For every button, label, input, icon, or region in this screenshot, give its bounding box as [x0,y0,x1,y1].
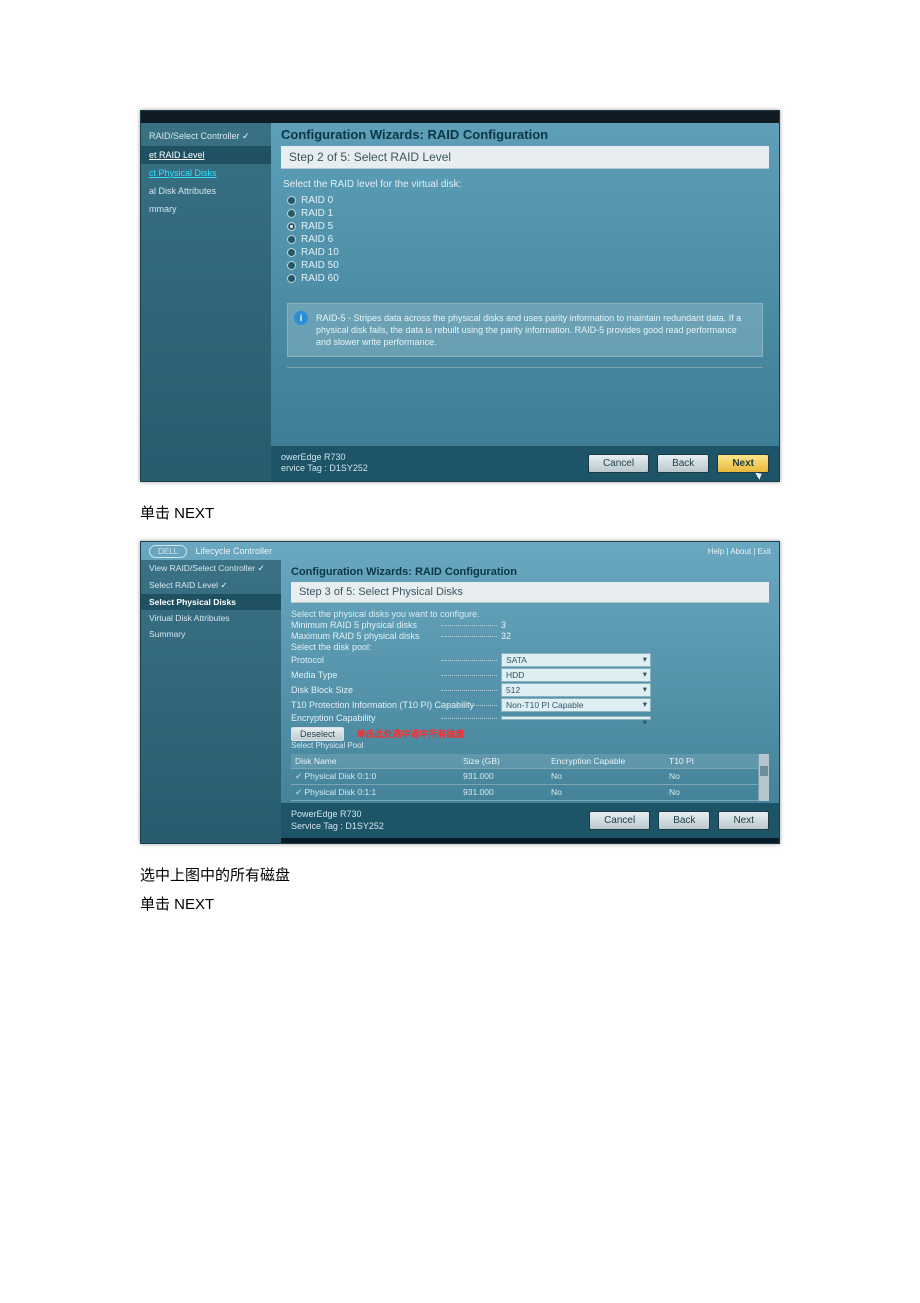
model-label: PowerEdge R730 [291,809,581,821]
media-type-select[interactable]: HDD [501,668,651,682]
service-tag: Service Tag : D1SY252 [291,821,581,833]
sidebar-item-summary: Summary [141,626,281,642]
cell: No [665,785,758,800]
sidebar-item-raid-level[interactable]: Select RAID Level [141,577,281,594]
page-title: Configuration Wizards: RAID Configuratio… [281,127,769,142]
t10pi-select[interactable]: Non-T10 PI Capable [501,698,651,712]
radio-raid1[interactable]: RAID 1 [283,207,767,220]
info-icon: i [294,311,308,325]
max-disks-value: 32 [501,631,511,641]
sidebar-item-controller[interactable]: RAID/Select Controller [141,127,271,146]
model-label: owerEdge R730 [281,452,580,464]
sidebar-item-summary: mmary [141,200,271,218]
select-pool-label: Select Physical Pool [291,741,769,750]
col-encryption: Encryption Capable [547,754,665,768]
header-links[interactable]: Help | About | Exit [708,547,771,556]
page-title: Configuration Wizards: RAID Configuratio… [291,566,769,578]
step-label: Step 3 of 5: Select Physical Disks [291,582,769,603]
max-disks-label: Maximum RAID 5 physical disks [291,631,501,641]
cancel-button[interactable]: Cancel [589,811,650,830]
sidebar-item-phys-disks[interactable]: ct Physical Disks [141,164,271,182]
cell: 931.000 [459,769,547,784]
table-scrollbar[interactable] [758,754,769,801]
back-button[interactable]: Back [657,454,709,473]
radio-raid6[interactable]: RAID 6 [283,233,767,246]
radio-raid0[interactable]: RAID 0 [283,194,767,207]
wizard-sidebar: View RAID/Select Controller Select RAID … [141,560,281,843]
caption-2a: 选中上图中的所有磁盘 [140,864,780,885]
radio-raid60[interactable]: RAID 60 [283,272,767,285]
window-topbar [141,111,779,123]
deselect-button[interactable]: Deselect [291,727,344,741]
scrollbar-thumb[interactable] [760,766,768,776]
step-label: Step 2 of 5: Select RAID Level [281,146,769,169]
table-row[interactable]: ✓ Physical Disk 0:1:1 931.000 No No [291,785,758,801]
cell: No [547,769,665,784]
block-size-label: Disk Block Size [291,685,501,695]
encryption-select[interactable] [501,716,651,720]
radio-raid5[interactable]: RAID 5 [283,220,767,233]
sidebar-item-phys-disks[interactable]: Select Physical Disks [141,594,281,610]
cell: ✓ Physical Disk 0:1:1 [291,785,459,800]
sidebar-item-raid-level[interactable]: et RAID Level [141,146,271,164]
raid-level-label: Select the RAID level for the virtual di… [283,179,767,190]
service-tag: ervice Tag : D1SY252 [281,463,580,475]
cell: No [547,785,665,800]
protocol-select[interactable]: SATA [501,653,651,667]
radio-raid10[interactable]: RAID 10 [283,246,767,259]
encryption-label: Encryption Capability [291,713,501,723]
bottom-bar [281,838,779,843]
caption-2b: 单击 NEXT [140,893,780,914]
pool-label: Select the disk pool: [291,642,501,652]
media-type-label: Media Type [291,670,501,680]
col-disk-name: Disk Name [291,754,459,768]
min-disks-value: 3 [501,620,506,630]
annotation-text: 单击此处选中选中所有磁盘 [357,729,465,739]
app-title: Lifecycle Controller [196,546,273,556]
col-t10pi: T10 PI [665,754,758,768]
caption-1: 单击 NEXT [140,502,780,523]
next-button[interactable]: Next [717,454,769,473]
screenshot-2: DELL Lifecycle Controller Help | About |… [140,541,780,844]
cell: No [665,769,758,784]
dell-logo: DELL [149,545,187,558]
info-text: RAID-5 - Stripes data across the physica… [316,313,741,347]
sidebar-item-disk-attributes: Virtual Disk Attributes [141,610,281,626]
disk-table: Disk Name Size (GB) Encryption Capable T… [291,754,769,801]
sidebar-item-controller[interactable]: View RAID/Select Controller [141,560,281,577]
table-header: Disk Name Size (GB) Encryption Capable T… [291,754,758,769]
wizard-sidebar: RAID/Select Controller et RAID Level ct … [141,111,271,481]
next-button[interactable]: Next [718,811,769,830]
cell: ✓ Physical Disk 0:1:0 [291,769,459,784]
info-panel: i RAID-5 - Stripes data across the physi… [287,303,763,357]
screenshot-1: RAID/Select Controller et RAID Level ct … [140,110,780,482]
min-disks-label: Minimum RAID 5 physical disks [291,620,501,630]
app-header: DELL Lifecycle Controller Help | About |… [141,542,779,560]
col-size: Size (GB) [459,754,547,768]
sidebar-item-disk-attributes: al Disk Attributes [141,182,271,200]
protocol-label: Protocol [291,655,501,665]
divider [287,367,763,368]
block-size-select[interactable]: 512 [501,683,651,697]
table-row[interactable]: ✓ Physical Disk 0:1:0 931.000 No No [291,769,758,785]
cell: 931.000 [459,785,547,800]
back-button[interactable]: Back [658,811,710,830]
t10pi-label: T10 Protection Information (T10 PI) Capa… [291,700,501,710]
radio-raid50[interactable]: RAID 50 [283,259,767,272]
intro-label: Select the physical disks you want to co… [291,609,769,619]
cancel-button[interactable]: Cancel [588,454,649,473]
